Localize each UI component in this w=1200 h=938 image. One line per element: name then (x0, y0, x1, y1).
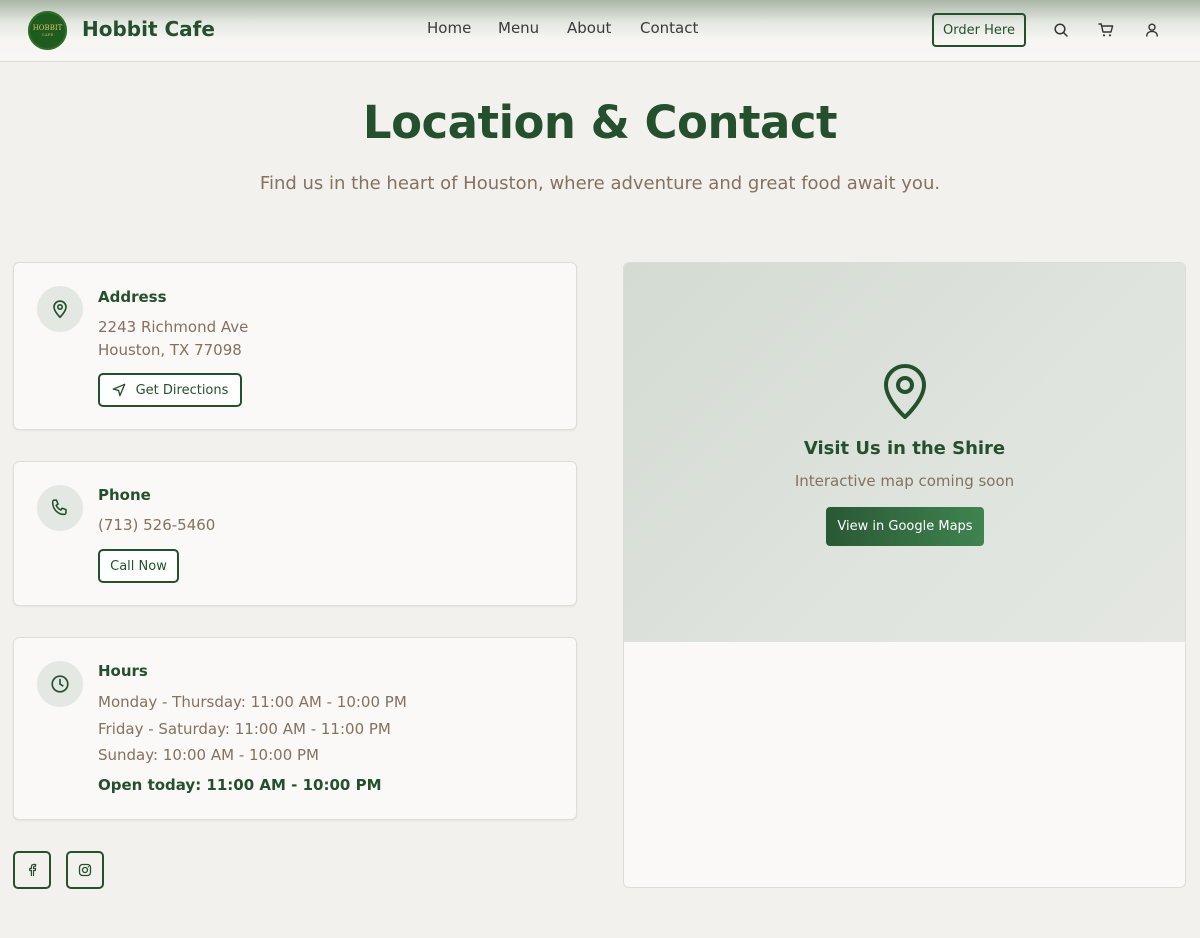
phone-card: Phone (713) 526-5460 Call Now (13, 461, 577, 606)
facebook-button[interactable] (13, 851, 51, 889)
phone-title: Phone (98, 486, 151, 504)
address-line-2: Houston, TX 77098 (98, 341, 242, 359)
search-icon[interactable] (1053, 22, 1069, 38)
hours-card: Hours Monday - Thursday: 11:00 AM - 10:0… (13, 637, 577, 820)
get-directions-label: Get Directions (135, 382, 229, 398)
hours-weekend: Friday - Saturday: 11:00 AM - 11:00 PM (98, 720, 391, 738)
address-card: Address 2243 Richmond Ave Houston, TX 77… (13, 262, 577, 430)
navigation-arrow-icon (112, 383, 125, 397)
hours-sunday: Sunday: 10:00 AM - 10:00 PM (98, 746, 319, 764)
address-title: Address (98, 288, 167, 306)
view-google-maps-button[interactable]: View in Google Maps (826, 507, 984, 546)
map-placeholder: Visit Us in the Shire Interactive map co… (624, 263, 1185, 642)
map-title: Visit Us in the Shire (803, 438, 1006, 459)
phone-icon (37, 485, 83, 531)
address-line-1: 2243 Richmond Ave (98, 318, 249, 336)
open-today: Open today: 11:00 AM - 10:00 PM (98, 776, 382, 794)
location-pin-icon (37, 286, 83, 332)
phone-number[interactable]: (713) 526-5460 (98, 516, 215, 534)
order-here-button[interactable]: Order Here (932, 13, 1026, 47)
call-now-button[interactable]: Call Now (98, 549, 179, 583)
hours-title: Hours (98, 662, 148, 680)
map-pin-icon (884, 364, 926, 419)
page-subtitle: Find us in the heart of Houston, where a… (259, 173, 941, 194)
instagram-icon (78, 863, 92, 877)
page-title: Location & Contact (362, 96, 838, 149)
hours-weekday: Monday - Thursday: 11:00 AM - 10:00 PM (98, 693, 407, 711)
map-note: Interactive map coming soon (794, 472, 1015, 490)
nav-menu[interactable]: Menu (498, 19, 539, 37)
get-directions-button[interactable]: Get Directions (98, 373, 242, 407)
clock-icon (37, 661, 83, 707)
facebook-icon (29, 863, 37, 876)
site-header: HOBBIT CAFE Hobbit Cafe Home Menu About … (0, 0, 1200, 62)
nav-about[interactable]: About (567, 19, 611, 37)
nav-home[interactable]: Home (427, 19, 471, 37)
nav-contact[interactable]: Contact (640, 19, 698, 37)
cart-icon[interactable] (1098, 22, 1114, 38)
instagram-button[interactable] (66, 851, 104, 889)
map-card: Visit Us in the Shire Interactive map co… (623, 262, 1186, 888)
user-icon[interactable] (1144, 22, 1160, 38)
